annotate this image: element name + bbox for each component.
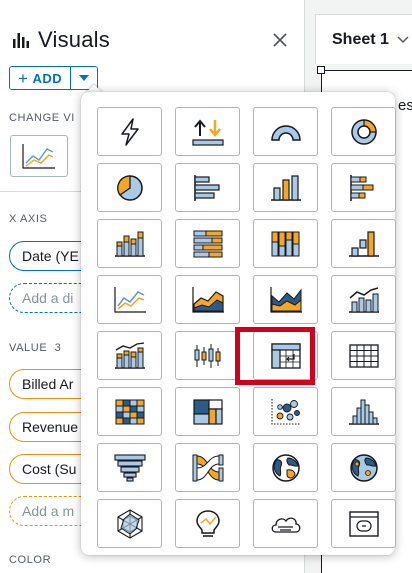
sankey-icon <box>192 454 223 481</box>
visual-type-funnel[interactable] <box>97 443 162 492</box>
close-button[interactable] <box>266 26 294 54</box>
visual-type-line[interactable] <box>97 275 162 324</box>
visual-type-scatter[interactable] <box>253 387 318 436</box>
histogram-icon <box>348 399 379 425</box>
visual-type-filled-map[interactable] <box>253 443 318 492</box>
visuals-icon <box>13 33 29 48</box>
horizontal-stacked-bar-icon <box>349 174 373 201</box>
visual-type-autograph[interactable] <box>97 107 162 156</box>
kpi-icon <box>191 118 224 146</box>
add-button-main[interactable]: + ADD <box>10 67 72 89</box>
line-chart-icon <box>113 286 146 313</box>
color-label: COLOR <box>9 554 52 566</box>
radar-chart-icon <box>116 508 143 539</box>
pie-chart-icon <box>116 174 143 201</box>
word-cloud-icon <box>271 517 300 533</box>
visual-type-sankey[interactable] <box>175 443 240 492</box>
panel-header: Visuals <box>12 24 110 56</box>
gauge-icon <box>270 124 301 141</box>
chevron-down-icon[interactable] <box>397 31 409 49</box>
sheet-tab-title: Sheet 1 <box>332 30 389 48</box>
plus-icon: + <box>18 68 29 88</box>
waterfall-icon <box>348 230 379 257</box>
visual-type-radar[interactable] <box>97 499 162 548</box>
insight-icon <box>195 509 220 537</box>
visual-type-tree-map[interactable] <box>175 387 240 436</box>
value-label-text: VALUE <box>9 342 48 354</box>
visual-type-histogram[interactable] <box>331 387 396 436</box>
table-icon <box>348 343 379 368</box>
horizontal-100-stacked-icon <box>193 230 222 257</box>
tree-map-icon <box>192 398 223 425</box>
visual-type-horizontal-stacked-bar[interactable] <box>331 163 396 212</box>
add-button-label: ADD <box>32 70 63 86</box>
resize-handle[interactable] <box>317 66 325 74</box>
visual-type-stacked-area[interactable] <box>253 275 318 324</box>
visual-type-insight[interactable] <box>175 499 240 548</box>
stacked-area-icon <box>269 286 302 313</box>
current-visual-thumbnail[interactable] <box>10 135 68 177</box>
visual-type-heat-map[interactable] <box>97 387 162 436</box>
x-axis-label: X AXIS <box>9 213 48 225</box>
panel-title: Visuals <box>38 27 110 52</box>
visual-type-waterfall[interactable] <box>331 219 396 268</box>
selection-highlight <box>235 327 315 385</box>
add-visual-button[interactable]: + ADD <box>9 66 99 90</box>
caret-down-icon <box>79 75 90 81</box>
vertical-stacked-bar-icon <box>114 231 145 257</box>
autograph-icon <box>120 117 139 146</box>
tab-sheet-1[interactable]: Sheet 1 <box>315 14 412 64</box>
visual-type-word-cloud[interactable] <box>253 499 318 548</box>
box-plot-icon <box>194 343 220 368</box>
change-visual-label: CHANGE VI <box>9 112 75 124</box>
area-chart-icon <box>191 286 224 313</box>
visual-type-gauge[interactable] <box>253 107 318 156</box>
line-chart-thumbnail-icon <box>22 144 55 169</box>
visual-title-fragment: es <box>398 97 412 114</box>
visual-type-horizontal-100-stacked[interactable] <box>175 219 240 268</box>
visual-type-table[interactable] <box>331 331 396 380</box>
funnel-icon <box>113 453 146 482</box>
bar-line-combo-icon <box>348 286 379 313</box>
vertical-100-stacked-icon <box>271 231 299 256</box>
visual-type-clustered-bar-combo[interactable] <box>97 331 162 380</box>
visual-type-pie[interactable] <box>97 163 162 212</box>
value-count: 3 <box>54 342 62 354</box>
visual-type-vertical-100-stacked[interactable] <box>253 219 318 268</box>
custom-visual-icon <box>348 510 379 537</box>
vertical-bar-icon <box>270 174 301 201</box>
visual-type-vertical-bar[interactable] <box>253 163 318 212</box>
filled-map-icon <box>271 453 300 482</box>
scatter-plot-icon <box>271 398 301 424</box>
visual-type-donut[interactable] <box>331 107 396 156</box>
visual-type-horizontal-bar[interactable] <box>175 163 240 212</box>
visual-type-custom[interactable] <box>331 499 396 548</box>
visual-type-kpi[interactable] <box>175 107 240 156</box>
heat-map-icon <box>115 399 144 424</box>
visual-type-area[interactable] <box>175 275 240 324</box>
points-map-icon <box>349 453 378 482</box>
close-icon <box>273 33 287 47</box>
visual-type-bar-line-combo[interactable] <box>331 275 396 324</box>
visual-type-box-plot[interactable] <box>175 331 240 380</box>
visual-type-vertical-stacked-bar[interactable] <box>97 219 162 268</box>
value-label: VALUE 3 <box>9 342 61 354</box>
clustered-bar-combo-icon <box>114 341 145 369</box>
horizontal-bar-icon <box>193 174 220 201</box>
visual-type-points-map[interactable] <box>331 443 396 492</box>
donut-chart-icon <box>350 118 377 145</box>
visual-types-popover <box>81 92 396 555</box>
